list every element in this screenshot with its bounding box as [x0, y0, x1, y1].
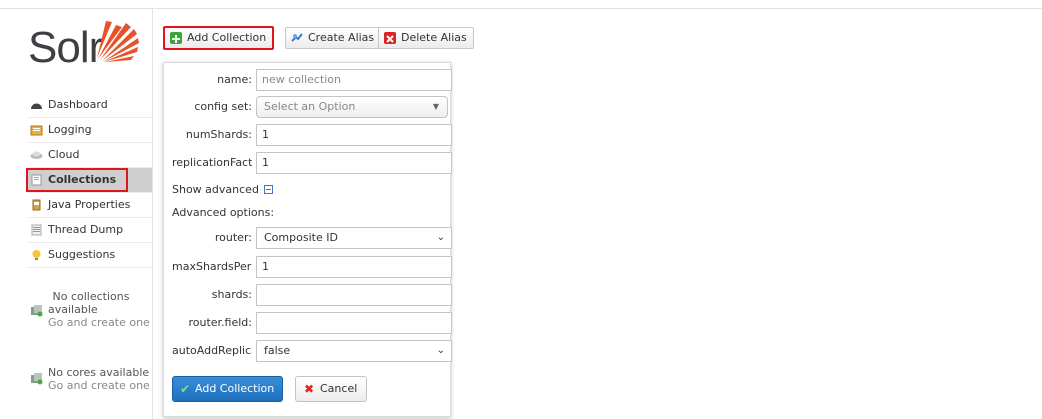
replication-factor-label: replicationFact [172, 156, 252, 169]
sidebar: Solr Dashboard Logging Cloud Collections… [0, 9, 152, 419]
sun-icon [97, 21, 139, 62]
logo-text: Solr [28, 23, 103, 72]
shards-label: shards: [211, 288, 252, 301]
core-selector-line1: No cores available [48, 366, 150, 379]
router-value: Composite ID [264, 231, 338, 244]
collection-selector-line2: available [48, 303, 98, 316]
collections-icon [31, 174, 42, 186]
nav-label: Logging [48, 123, 92, 136]
plus-icon [170, 32, 182, 44]
solr-logo[interactable]: Solr [28, 19, 148, 79]
name-label: name: [217, 73, 252, 86]
thread-dump-icon [31, 224, 42, 236]
nav-item-java-properties[interactable]: Java Properties [28, 193, 152, 218]
nav-item-collections[interactable]: Collections [26, 168, 152, 193]
core-selector-line2[interactable]: Go and create one [30, 379, 152, 392]
nav-label: Java Properties [48, 198, 131, 211]
chevron-down-icon: ⌄ [436, 345, 445, 356]
collection-selector-line1: No collections [52, 290, 130, 303]
name-input[interactable]: new collection [256, 69, 452, 91]
router-field-label: router.field: [188, 316, 252, 329]
nav-label: Thread Dump [48, 223, 124, 236]
shards-input[interactable] [256, 284, 452, 306]
cancel-button[interactable]: ✖ Cancel [295, 376, 368, 402]
router-field-row: router.field: [164, 312, 452, 334]
num-shards-label: numShards: [185, 128, 252, 141]
collapse-icon [263, 185, 273, 194]
router-label: router: [214, 231, 252, 244]
name-row: name: new collection [164, 69, 452, 91]
auto-add-replicas-label: autoAddReplica [172, 344, 252, 357]
caret-down-icon: ▼ [432, 102, 439, 111]
config-set-label: config set: [194, 100, 252, 113]
auto-add-replicas-value: false [264, 344, 291, 357]
nav-item-logging[interactable]: Logging [28, 118, 152, 143]
router-select[interactable]: Composite ID ⌄ [256, 227, 452, 249]
create-alias-label: Create Alias [308, 31, 375, 44]
config-set-select[interactable]: Select an Option ▼ [256, 96, 448, 118]
num-shards-input[interactable]: 1 [256, 124, 452, 146]
nav-item-suggestions[interactable]: Suggestions [28, 243, 152, 268]
suggestions-icon [32, 250, 41, 260]
nav-item-cloud[interactable]: Cloud [28, 143, 152, 168]
config-set-placeholder: Select an Option [264, 100, 356, 113]
auto-add-replicas-select[interactable]: false ⌄ [256, 340, 452, 362]
nav-label: Cloud [48, 148, 80, 161]
submit-label: Add Collection [195, 382, 275, 395]
dashboard-icon [31, 103, 42, 109]
replication-factor-row: replicationFact 1 [164, 152, 452, 174]
show-advanced-label: Show advanced [172, 183, 259, 196]
core-selector-icon [31, 373, 43, 385]
alias-icon [291, 33, 303, 42]
logging-icon [30, 125, 43, 136]
shards-row: shards: [164, 284, 452, 306]
max-shards-input[interactable]: 1 [256, 256, 452, 278]
delete-alias-label: Delete Alias [401, 31, 467, 44]
collection-selector-icon [31, 305, 43, 317]
max-shards-row: maxShardsPer 1 [164, 256, 452, 278]
max-shards-label: maxShardsPer [172, 260, 252, 273]
advanced-options-heading: Advanced options: [172, 206, 275, 219]
nav-label: Suggestions [48, 248, 116, 261]
check-icon: ✔ [180, 382, 191, 396]
replication-factor-input[interactable]: 1 [256, 152, 452, 174]
add-collection-button[interactable]: Add Collection [163, 26, 275, 50]
add-collection-dialog: name: new collection config set: Select … [163, 62, 452, 417]
nav-item-thread-dump[interactable]: Thread Dump [28, 218, 152, 243]
submit-add-collection-button[interactable]: ✔ Add Collection [172, 376, 284, 402]
delete-icon [384, 32, 396, 44]
create-alias-button[interactable]: Create Alias [285, 27, 382, 49]
main-nav: Dashboard Logging Cloud Collections Java… [26, 93, 152, 268]
collection-selector[interactable]: No collections available Go and create o… [30, 290, 152, 329]
router-field-input[interactable] [256, 312, 452, 334]
chevron-down-icon: ⌄ [436, 232, 445, 243]
main-content: Add Collection Create Alias Delete Alias… [152, 9, 1042, 419]
cancel-label: Cancel [320, 382, 358, 395]
nav-item-dashboard[interactable]: Dashboard [28, 93, 152, 118]
nav-label: Dashboard [48, 98, 108, 111]
cloud-icon [30, 151, 43, 159]
show-advanced-toggle[interactable]: Show advanced [172, 179, 273, 201]
core-selector[interactable]: No cores available Go and create one [30, 366, 152, 392]
delete-alias-button[interactable]: Delete Alias [378, 27, 474, 49]
auto-add-replicas-row: autoAddReplica false ⌄ [164, 340, 452, 362]
config-set-row: config set: Select an Option ▼ [164, 96, 452, 118]
java-properties-icon [32, 199, 41, 211]
collection-selector-line3[interactable]: Go and create one [30, 316, 152, 329]
add-collection-label: Add Collection [187, 31, 267, 44]
close-icon: ✖ [304, 382, 315, 396]
router-row: router: Composite ID ⌄ [164, 227, 452, 249]
num-shards-row: numShards: 1 [164, 124, 452, 146]
